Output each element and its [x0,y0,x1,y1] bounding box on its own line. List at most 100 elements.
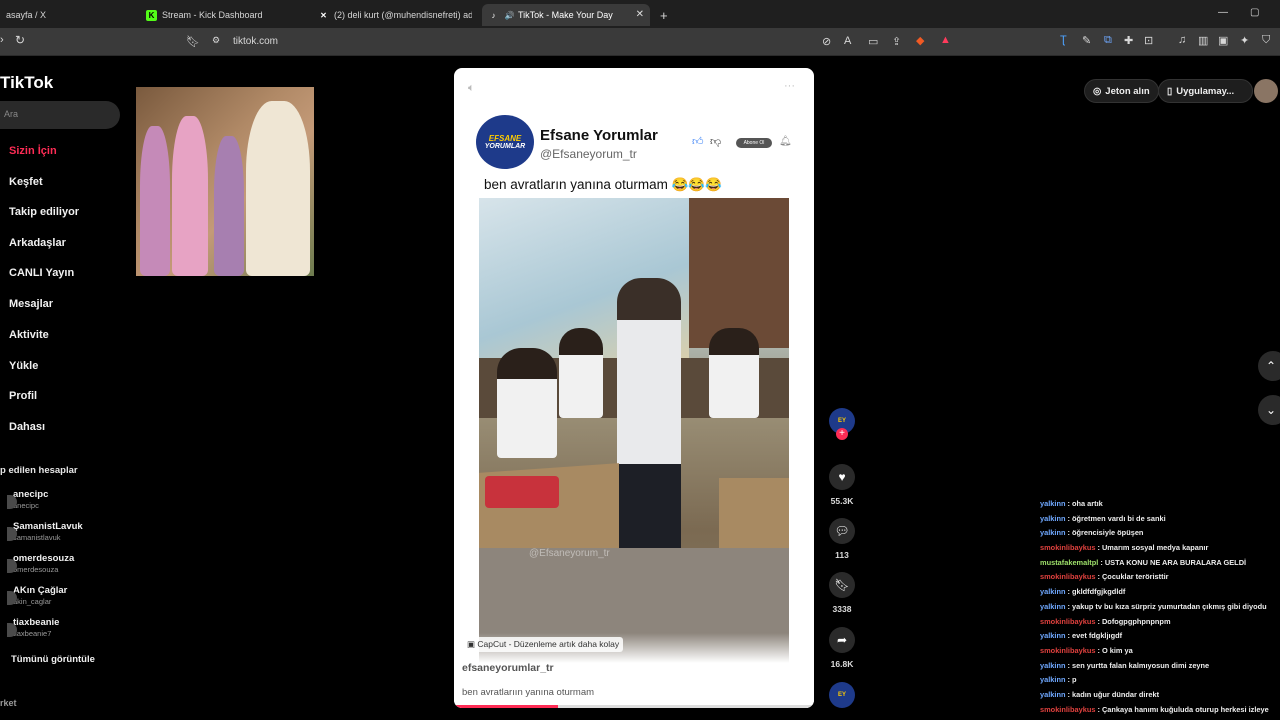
chat-message: smokinlibaykus: Umarım sosyal medya kapa… [1040,543,1280,558]
nav-friends[interactable]: Arkadaşlar [9,237,66,249]
account-username: samanistlavuk [13,533,61,542]
tab-search-icon[interactable]: ⊡ [1144,34,1153,47]
get-coins-button[interactable]: ◎ Jeton alın [1084,79,1159,103]
close-tab-icon[interactable]: ✕ [636,9,644,20]
vpn-icon[interactable]: ⛉ [1262,34,1270,47]
account-item[interactable]: AKın Çağlar akin_caglar [7,585,67,606]
see-all-link[interactable]: Tümünü görüntüle [11,654,95,665]
chat-username[interactable]: yalkinn [1040,661,1065,670]
share-icon: ➦ [829,627,855,653]
chat-username[interactable]: yalkinn [1040,514,1065,523]
video-card[interactable]: 🔈︎ ··· EFSANE YORUMLAR Efsane Yorumlar @… [454,68,814,708]
url-text[interactable]: tiktok.com [233,36,278,47]
translate-icon[interactable]: A [844,35,851,47]
address-bar[interactable]: 🔖︎ ⚙ tiktok.com ⊘ A ▭ ⇪ ◆ ▲ [180,31,960,53]
chat-username[interactable]: yalkinn [1040,528,1065,537]
share-button[interactable]: ➦ 16.8K [828,627,856,669]
account-name: tiaxbeanie [13,617,60,628]
chat-username[interactable]: smokinlibaykus [1040,705,1095,714]
music-disc-button[interactable]: EY [828,682,856,708]
account-name: ŞamanistLavuk [13,521,83,532]
chat-username[interactable]: yalkinn [1040,690,1065,699]
account-item[interactable]: tiaxbeanie tiaxbeanie7 [7,617,60,638]
nav-activity[interactable]: Aktivite [9,329,49,341]
chat-username[interactable]: smokinlibaykus [1040,572,1095,581]
footer-link[interactable]: rket [0,698,17,708]
tab-tiktok[interactable]: ♪ 🔊 TikTok - Make Your Day ✕ [482,4,650,26]
capcut-badge[interactable]: ▣ CapCut - Düzenleme artık daha kolay [463,637,624,652]
like-button[interactable]: ♥ 55.3K [828,464,856,506]
chat-username[interactable]: yalkinn [1040,631,1065,640]
more-options-icon[interactable]: ··· [784,80,795,92]
save-button[interactable]: 🔖︎ 3338 [828,572,856,614]
nav-for-you[interactable]: Sizin İçin [9,145,57,157]
media-icon[interactable]: ♫ [1178,34,1186,46]
video-progress-bar[interactable] [454,705,814,708]
new-tab-button[interactable]: + [654,4,674,26]
volume-icon[interactable]: 🔈︎ [468,82,475,95]
audio-playing-icon: 🔊 [504,10,515,20]
photo-figure [246,101,310,276]
tab-title: Stream - Kick Dashboard [162,10,263,20]
nav-messages[interactable]: Mesajlar [9,298,53,310]
chat-username[interactable]: smokinlibaykus [1040,543,1095,552]
extensions-puzzle-icon[interactable]: ✚ [1124,34,1133,47]
profile-avatar[interactable] [1254,79,1278,103]
search-input[interactable]: Ara [0,101,120,129]
account-name: omerdesouza [13,553,75,564]
nav-explore[interactable]: Keşfet [9,176,43,188]
follow-plus-icon[interactable]: + [836,428,848,440]
no-tracking-icon[interactable]: ⊘ [822,35,831,48]
forward-icon[interactable]: › [0,34,4,46]
bookmark-icon[interactable]: 🔖︎ [186,35,200,48]
nav-live[interactable]: CANLI Yayın [9,267,74,279]
minimize-icon[interactable]: — [1218,7,1228,18]
video-frame[interactable]: @Efsaneyorum_tr [479,198,789,672]
account-item[interactable]: ŞamanistLavuk samanistlavuk [7,521,83,542]
chat-username[interactable]: yalkinn [1040,602,1065,611]
account-item[interactable]: omerdesouza omerdesouza [7,553,75,574]
chat-username[interactable]: smokinlibaykus [1040,617,1095,626]
video-description: ben avratlarıın yanına oturmam [462,687,595,698]
tab-kick-dashboard[interactable]: K Stream - Kick Dashboard [140,4,305,26]
chat-username[interactable]: yalkinn [1040,587,1065,596]
brave-rewards-icon[interactable]: ▲ [940,34,951,46]
extension-icon[interactable]: ✎ [1082,34,1091,47]
maximize-icon[interactable]: ▢ [1250,7,1259,18]
get-app-button[interactable]: ▯ Uygulamay... [1158,79,1253,103]
music-disc-icon: EY [829,682,855,708]
tab-x-profile[interactable]: ✕ (2) deli kurt (@muhendisnefreti) adlı [312,4,472,26]
reload-icon[interactable]: ↻ [15,33,25,47]
previous-video-button[interactable]: ⌃ [1258,351,1280,381]
account-item[interactable]: anecipc anecipc [7,489,48,510]
sidebar-icon[interactable]: ▥ [1198,34,1208,47]
brave-shield-icon[interactable]: ◆ [916,34,924,47]
next-video-button[interactable]: ⌄ [1258,395,1280,425]
site-settings-icon[interactable]: ⚙ [212,35,220,46]
share-icon[interactable]: ⇪ [892,35,901,48]
tiktok-logo[interactable]: TikTok [0,73,53,93]
tab-x-home[interactable]: asayfa / X [0,4,130,26]
chat-message: yalkinn: p [1040,675,1280,690]
chat-username[interactable]: yalkinn [1040,675,1065,684]
chat-username[interactable]: mustafakemaltpl [1040,558,1098,567]
chat-username[interactable]: yalkinn [1040,499,1065,508]
nav-profile[interactable]: Profil [9,390,37,402]
cast-icon[interactable]: ▭ [868,35,878,48]
nav-upload[interactable]: Yükle [9,360,38,372]
chat-username[interactable]: smokinlibaykus [1040,646,1095,655]
nav-following[interactable]: Takip ediliyor [9,206,79,218]
chat-text: USTA KONU NE ARA BURALARA GELDİ [1104,557,1247,567]
wallet-icon[interactable]: ▣ [1218,34,1228,47]
extension-translate-icon[interactable]: Ʈ [1060,34,1067,46]
chat-message: yalkinn: sen yurtta falan kalmıyosun dim… [1040,661,1280,676]
comment-button[interactable]: 💬︎ 113 [828,518,856,560]
leo-ai-icon[interactable]: ✦ [1240,34,1249,47]
nav-more[interactable]: Dahası [9,421,45,433]
browser-toolbar: › ↻ 🔖︎ ⚙ tiktok.com ⊘ A ▭ ⇪ ◆ ▲ Ʈ ✎ ⧉ ✚ … [0,28,1280,56]
extension-translate2-icon[interactable]: ⧉ [1104,34,1112,47]
chat-text: Çankaya hanımı kuğuluda oturup herkesi i… [1101,704,1269,714]
chat-text: oha artık [1071,499,1103,508]
creator-avatar-button[interactable]: EY + [828,408,856,440]
video-username[interactable]: efsaneyorumlar_tr [462,662,554,674]
